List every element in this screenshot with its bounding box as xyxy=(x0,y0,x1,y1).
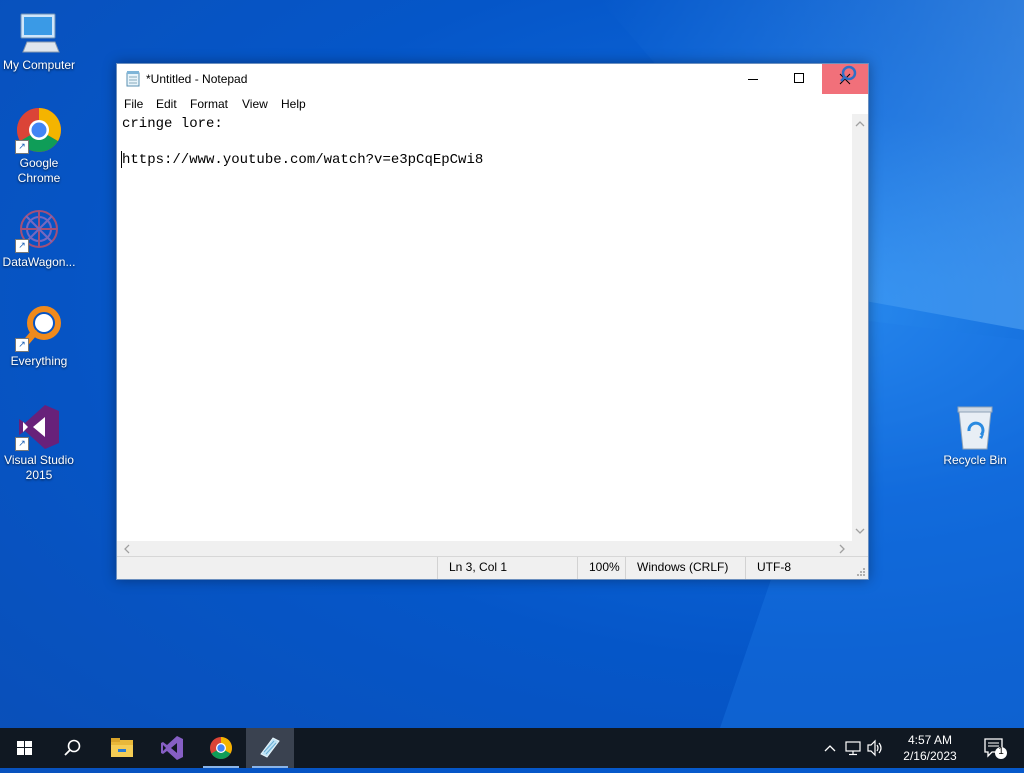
notification-count-badge: 1 xyxy=(998,746,1004,757)
recycle-bin-icon xyxy=(951,403,999,451)
vertical-scrollbar[interactable] xyxy=(852,114,868,541)
taskbar-notepad[interactable] xyxy=(246,728,294,768)
menu-file[interactable]: File xyxy=(124,97,143,111)
visual-studio-icon: ↗ xyxy=(15,403,63,451)
status-zoom: 100% xyxy=(577,557,627,579)
editor-line-1: cringe lore: xyxy=(122,116,223,132)
editor-line-3: https://www.youtube.com/watch?v=e3pCqEpC… xyxy=(122,152,484,168)
search-button[interactable] xyxy=(48,728,96,768)
computer-icon xyxy=(15,8,63,56)
shortcut-arrow-icon: ↗ xyxy=(15,239,29,253)
close-icon xyxy=(839,65,857,85)
text-editor[interactable]: cringe lore: https://www.youtube.com/wat… xyxy=(117,114,852,541)
scroll-down-icon[interactable] xyxy=(852,523,868,539)
scroll-up-icon[interactable] xyxy=(852,116,868,132)
shortcut-arrow-icon: ↗ xyxy=(15,338,29,352)
taskbar: 4:57 AM 2/16/2023 1 xyxy=(0,728,1024,768)
resize-grip-icon[interactable] xyxy=(856,567,866,577)
status-position: Ln 3, Col 1 xyxy=(437,557,577,579)
menu-format[interactable]: Format xyxy=(190,97,228,111)
scroll-right-icon[interactable] xyxy=(834,541,850,557)
clock-date: 2/16/2023 xyxy=(903,749,957,763)
text-caret xyxy=(121,151,122,168)
minimize-icon xyxy=(748,79,758,80)
close-button[interactable] xyxy=(822,64,868,94)
file-explorer-icon xyxy=(111,738,133,757)
clock-time: 4:57 AM xyxy=(907,733,953,747)
system-tray xyxy=(814,728,894,768)
scrollbar-corner xyxy=(852,541,868,557)
title-bar[interactable]: *Untitled - Notepad xyxy=(117,64,868,94)
shortcut-arrow-icon: ↗ xyxy=(15,437,29,451)
minimize-button[interactable] xyxy=(730,64,776,94)
desktop-icon-label: Recycle Bin xyxy=(943,453,1007,467)
maximize-button[interactable] xyxy=(776,64,822,94)
desktop-icon-visual-studio[interactable]: ↗ Visual Studio 2015 xyxy=(0,403,78,483)
desktop-icon-label: My Computer xyxy=(2,58,76,72)
window-title: *Untitled - Notepad xyxy=(146,72,248,86)
desktop-icon-label: Google Chrome xyxy=(17,156,61,185)
chrome-icon xyxy=(210,737,232,759)
datawagon-icon: ↗ xyxy=(15,205,63,253)
menu-help[interactable]: Help xyxy=(281,97,306,111)
notepad-icon xyxy=(260,737,280,758)
chrome-icon: ↗ xyxy=(15,106,63,154)
action-center-button[interactable]: 1 xyxy=(980,728,1010,768)
menu-view[interactable]: View xyxy=(242,97,268,111)
shortcut-arrow-icon: ↗ xyxy=(15,140,29,154)
status-encoding: UTF-8 xyxy=(745,557,845,579)
desktop-icon-recycle-bin[interactable]: Recycle Bin xyxy=(936,403,1014,468)
notepad-icon xyxy=(126,71,140,87)
taskbar-visual-studio[interactable] xyxy=(148,728,196,768)
desktop-icon-google-chrome[interactable]: ↗ Google Chrome xyxy=(0,106,78,186)
notification-icon xyxy=(984,738,1007,759)
desktop-icon-label: Visual Studio 2015 xyxy=(4,453,74,482)
horizontal-scrollbar[interactable] xyxy=(117,541,852,557)
taskbar-chrome[interactable] xyxy=(197,728,245,768)
status-line-endings: Windows (CRLF) xyxy=(625,557,747,579)
desktop-icon-datawagon[interactable]: ↗ DataWagon... xyxy=(0,205,78,270)
notepad-window[interactable]: *Untitled - Notepad File Edit Format Vie… xyxy=(116,63,869,580)
taskbar-clock[interactable]: 4:57 AM 2/16/2023 xyxy=(894,732,966,764)
visual-studio-icon xyxy=(161,736,183,760)
start-icon xyxy=(17,741,32,755)
taskbar-file-explorer[interactable] xyxy=(98,728,146,768)
menu-edit[interactable]: Edit xyxy=(156,97,177,111)
show-hidden-icons-chevron-icon[interactable] xyxy=(822,728,838,768)
maximize-icon xyxy=(794,73,804,83)
status-bar: Ln 3, Col 1 100% Windows (CRLF) UTF-8 xyxy=(117,556,868,579)
desktop-icon-everything[interactable]: ↗ Everything xyxy=(0,304,78,369)
start-button[interactable] xyxy=(0,728,48,768)
menu-bar: File Edit Format View Help xyxy=(117,94,868,114)
desktop-icon-label: DataWagon... xyxy=(2,255,76,269)
volume-icon[interactable] xyxy=(866,728,884,768)
desktop-icon-my-computer[interactable]: My Computer xyxy=(0,8,78,73)
scroll-left-icon[interactable] xyxy=(119,541,135,557)
network-icon[interactable] xyxy=(844,728,862,768)
desktop-icon-label: Everything xyxy=(10,354,68,368)
search-icon xyxy=(64,739,81,756)
everything-search-icon: ↗ xyxy=(15,304,63,352)
